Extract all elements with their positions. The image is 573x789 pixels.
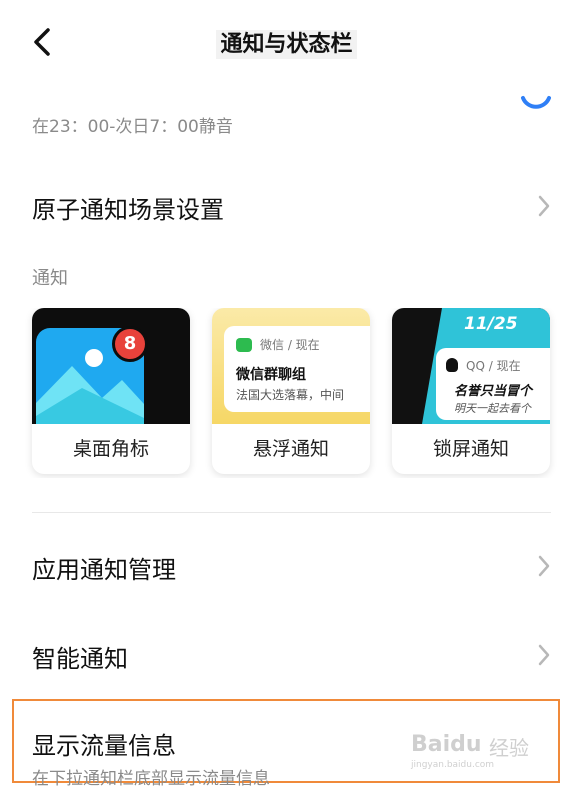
smart-notification-label: 智能通知 (32, 645, 128, 673)
floating-card-label: 悬浮通知 (252, 438, 329, 460)
watermark-url: jingyan.baidu.com (411, 760, 495, 770)
lockscreen-style-card[interactable]: 11/25 QQ / 现在 名誉只当冒个 明天一起去看个 锁屏通知 (392, 308, 550, 474)
traffic-info-description: 在下拉通知栏底部显示流量信息 (32, 769, 270, 789)
show-traffic-info-label: 显示流量信息 (32, 732, 176, 760)
qq-icon (446, 358, 458, 372)
wechat-icon (236, 338, 252, 352)
lockscreen-notification-bubble: QQ / 现在 名誉只当冒个 明天一起去看个 (436, 348, 550, 420)
chevron-right-icon (538, 555, 550, 577)
floating-notification-bubble: 微信 / 现在 微信群聊组 法国大选落幕，中间 (224, 326, 370, 412)
badge-count: 8 (112, 326, 148, 362)
floating-style-card[interactable]: 微信 / 现在 微信群聊组 法国大选落幕，中间 悬浮通知 (212, 308, 370, 474)
lockscreen-line2: 明天一起去看个 (454, 402, 531, 415)
app-notification-label: 应用通知管理 (32, 556, 176, 584)
chevron-right-icon (538, 195, 550, 217)
atomic-notification-settings-row[interactable]: 原子通知场景设置 (0, 176, 573, 236)
badge-style-card[interactable]: 8 桌面角标 (32, 308, 190, 474)
baidu-watermark-logo: Baidu 经验 jingyan.baidu.com (411, 724, 551, 780)
toggle-switch-icon (521, 96, 551, 109)
floating-message: 法国大选落幕，中间 (236, 388, 345, 402)
divider (32, 512, 551, 513)
badge-preview-image (32, 308, 190, 424)
smart-notification-row[interactable]: 智能通知 (0, 625, 573, 685)
app-notification-management-row[interactable]: 应用通知管理 (0, 536, 573, 596)
watermark-cn: 经验 (489, 736, 529, 760)
atomic-notification-label: 原子通知场景设置 (32, 196, 224, 224)
chevron-right-icon (538, 644, 550, 666)
notification-section-label: 通知 (32, 268, 68, 289)
badge-preview: 8 (32, 308, 190, 424)
lockscreen-line1: 名誉只当冒个 (454, 384, 533, 399)
header: 通知与状态栏 (0, 0, 573, 90)
page-title: 通知与状态栏 (0, 26, 573, 59)
lockscreen-card-label: 锁屏通知 (432, 438, 509, 460)
lockscreen-preview: 11/25 QQ / 现在 名誉只当冒个 明天一起去看个 (392, 308, 550, 424)
silent-hours-text: 在23：00-次日7：00静音 (32, 117, 233, 137)
watermark-brand: Baidu (411, 732, 482, 757)
notification-style-cards: 8 桌面角标 微信 / 现在 微信群聊组 法国大选落幕，中间 悬浮通知 11/2… (0, 308, 573, 478)
floating-preview: 微信 / 现在 微信群聊组 法国大选落幕，中间 (212, 308, 370, 424)
lockscreen-app-name: QQ / 现在 (466, 359, 521, 373)
lockscreen-date: 11/25 (464, 314, 518, 334)
floating-sender: 微信群聊组 (236, 367, 306, 383)
floating-app-name: 微信 / 现在 (260, 338, 320, 352)
badge-card-label: 桌面角标 (72, 438, 149, 460)
silent-toggle[interactable] (519, 88, 553, 122)
